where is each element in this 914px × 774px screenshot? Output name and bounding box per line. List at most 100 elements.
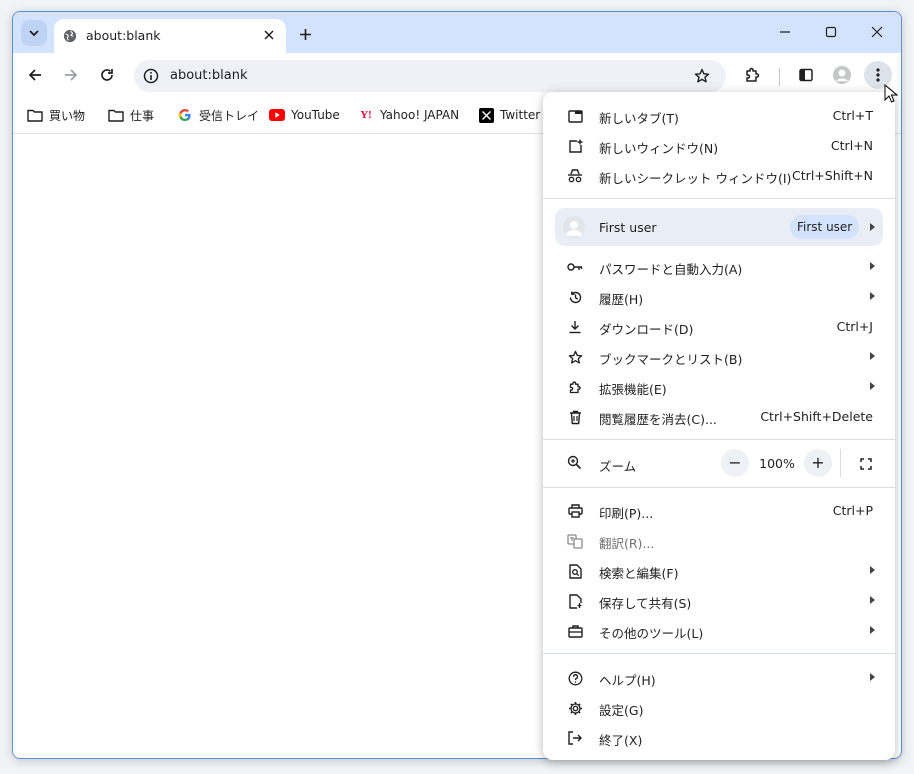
menu-item-exit[interactable]: 終了(X) [543,723,895,753]
yahoo-icon: Y! [360,109,372,121]
menu-item-new-tab[interactable]: 新しいタブ(T) Ctrl+T [543,101,895,131]
menu-item-history[interactable]: 履歴(H) [543,282,895,312]
back-button[interactable] [21,61,49,89]
zoom-icon [567,455,583,471]
menu-item-new-window[interactable]: 新しいウィンドウ(N) Ctrl+N [543,131,895,161]
mouse-cursor-icon [884,84,898,103]
forward-button[interactable] [57,61,85,89]
menu-item-passwords[interactable]: パスワードと自動入力(A) [543,252,895,282]
minimize-icon [780,31,790,33]
tab-search-button[interactable] [21,20,47,46]
kebab-menu-icon [876,68,880,82]
google-icon [177,107,193,123]
plus-icon: + [811,453,825,472]
chevron-right-icon [870,382,875,390]
minimize-button[interactable] [764,18,806,46]
side-panel-button[interactable] [792,61,820,89]
menu-item-profile[interactable]: First user First user [555,208,883,246]
plus-icon [299,28,311,40]
bookmark-yahoo[interactable]: Y! Yahoo! JAPAN [358,105,459,125]
arrow-left-icon [28,69,41,81]
address-bar[interactable]: about:blank [134,60,726,92]
zoom-out-button[interactable]: − [721,449,749,477]
menu-item-find-edit[interactable]: 検索と編集(F) [543,556,895,586]
menu-item-print[interactable]: 印刷(P)... Ctrl+P [543,496,895,526]
zoom-level: 100% [759,456,795,471]
exit-icon [567,730,583,746]
puzzle-icon [746,67,760,82]
globe-icon [63,29,77,43]
bookmark-twitter[interactable]: Twitter [478,105,540,125]
gear-icon [567,700,583,716]
bookmark-star-button[interactable] [692,66,712,86]
printer-icon [567,503,583,519]
new-window-icon [567,138,583,154]
chevron-right-icon [870,223,875,231]
tab-title: about:blank [86,28,161,43]
bookmark-label: 受信トレイ [199,108,260,123]
title-bar: about:blank [13,12,901,53]
bookmark-inbox[interactable]: 受信トレイ [177,105,259,125]
avatar-icon [833,66,851,84]
key-icon [567,259,583,275]
menu-item-downloads[interactable]: ダウンロード(D) Ctrl+J [543,312,895,342]
avatar [563,216,585,238]
url-text[interactable]: about:blank [170,68,248,83]
star-icon [694,68,710,83]
menu-item-bookmarks[interactable]: ブックマークとリスト(B) [543,342,895,372]
chevron-right-icon [870,626,875,634]
chevron-right-icon [870,292,875,300]
folder-icon [27,107,43,123]
fullscreen-icon [860,458,872,470]
chevron-down-icon [29,30,39,37]
zoom-separator [840,449,841,477]
trash-icon [567,409,583,425]
menu-item-incognito[interactable]: 新しいシークレット ウィンドウ(I) Ctrl+Shift+N [543,161,895,191]
close-window-button[interactable] [856,18,898,46]
menu-item-help[interactable]: ヘルプ(H) [543,663,895,693]
info-icon [143,68,159,84]
menu-divider [543,439,895,440]
fullscreen-button[interactable] [855,453,877,475]
active-tab[interactable]: about:blank [54,19,286,53]
site-info-button[interactable] [142,67,160,85]
menu-item-zoom: ズーム − 100% + [543,447,895,479]
menu-divider [543,653,895,654]
bookmark-folder-work[interactable]: 仕事 [108,105,154,125]
menu-item-settings[interactable]: 設定(G) [543,693,895,723]
zoom-in-button[interactable]: + [804,449,832,477]
chevron-right-icon [870,352,875,360]
menu-item-translate[interactable]: 翻訳(R)... [543,526,895,556]
arrow-right-icon [65,69,78,81]
bookmark-label: 買い物 [49,108,86,123]
extensions-button[interactable] [739,61,767,89]
chevron-right-icon [870,596,875,604]
folder-icon [108,107,124,123]
chevron-right-icon [870,566,875,574]
bookmark-folder-shopping[interactable]: 買い物 [27,105,85,125]
menu-item-save-share[interactable]: 保存して共有(S) [543,586,895,616]
maximize-button[interactable] [810,18,852,46]
app-menu: 新しいタブ(T) Ctrl+T 新しいウィンドウ(N) Ctrl+N 新しいシー… [543,92,895,760]
toolbar: about:blank [13,53,901,97]
profile-button[interactable] [828,61,856,89]
save-share-icon [567,593,583,609]
star-icon [567,349,583,365]
side-panel-icon [799,68,813,82]
chevron-right-icon [870,262,875,270]
menu-item-clear-data[interactable]: 閲覧履歴を消去(C)... Ctrl+Shift+Delete [543,402,895,432]
tab-close-button[interactable] [260,26,278,44]
reload-button[interactable] [93,61,121,89]
minus-icon: − [728,453,742,472]
youtube-icon [269,107,285,123]
close-icon [871,26,883,38]
close-icon [264,30,274,40]
puzzle-icon [567,379,583,395]
maximize-icon [825,26,837,38]
menu-item-more-tools[interactable]: その他のツール(L) [543,616,895,646]
toolbox-icon [567,623,583,639]
bookmark-youtube[interactable]: YouTube [269,105,340,125]
menu-item-extensions[interactable]: 拡張機能(E) [543,372,895,402]
new-tab-button[interactable] [293,22,317,46]
bookmark-label: 仕事 [130,108,155,123]
